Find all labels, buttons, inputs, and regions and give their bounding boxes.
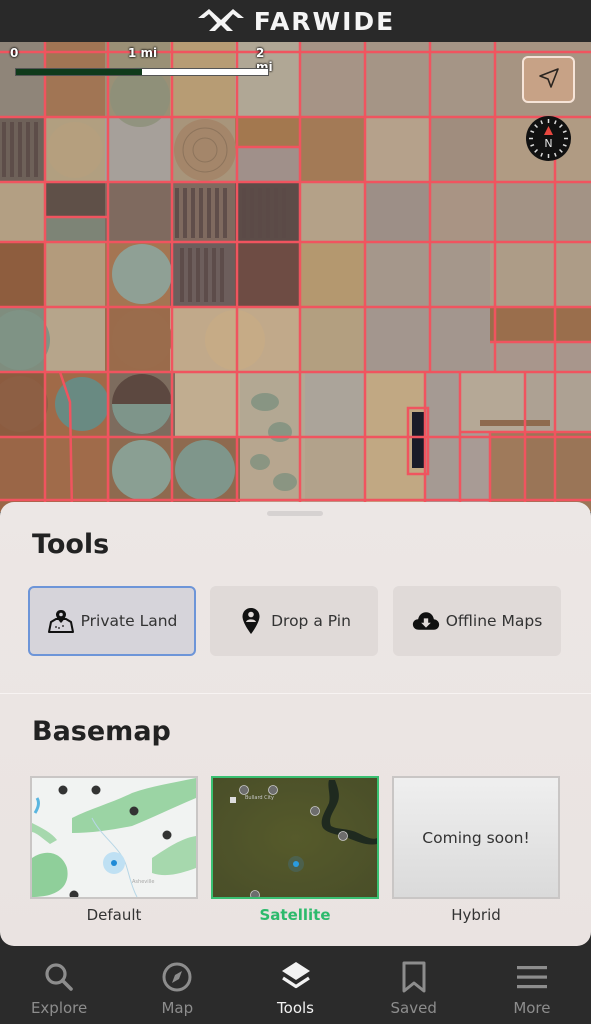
cloud-download-icon: [412, 607, 440, 635]
default-label: Default: [86, 906, 142, 924]
coming-soon-text: Coming soon!: [422, 828, 530, 847]
scale-label-1mi: 1 mi: [128, 46, 158, 60]
scale-label-0: 0: [10, 46, 19, 60]
drop-a-pin-label: Drop a Pin: [271, 612, 351, 630]
layers-icon: [279, 960, 313, 994]
farwide-logo-icon: [196, 6, 246, 36]
nav-tools-label: Tools: [277, 999, 314, 1017]
map-pin-icon: [237, 607, 265, 635]
hybrid-map-thumbnail: Coming soon!: [392, 776, 560, 899]
map-imagery: [0, 42, 591, 512]
drop-a-pin-button[interactable]: Drop a Pin: [210, 586, 378, 656]
section-divider: [0, 693, 591, 694]
nav-more-label: More: [513, 999, 551, 1017]
bookmark-icon: [400, 960, 428, 994]
nav-saved[interactable]: Saved: [355, 946, 473, 1024]
offline-maps-button[interactable]: Offline Maps: [393, 586, 561, 656]
sheet-drag-handle[interactable]: [267, 511, 323, 516]
satellite-map-thumbnail: Bullard City: [211, 776, 379, 899]
menu-icon: [515, 960, 549, 994]
map-scale-bar: 0 1 mi 2 mi: [10, 46, 273, 76]
nav-tools[interactable]: Tools: [236, 946, 354, 1024]
scale-bar-fill: [16, 69, 142, 75]
scale-bar: [15, 68, 269, 76]
satellite-label: Satellite: [259, 906, 331, 924]
basemap-option-default[interactable]: Asheville Default: [30, 776, 198, 924]
bottom-navigation: Explore Map Tools Saved More: [0, 946, 591, 1024]
basemap-option-hybrid[interactable]: Coming soon! Hybrid: [392, 776, 560, 924]
compass-icon: [161, 960, 193, 994]
tools-bottom-sheet: Tools Private Land Drop a Pin Offline Ma…: [0, 502, 591, 946]
nav-explore-label: Explore: [30, 999, 88, 1017]
locate-me-button[interactable]: [522, 56, 575, 103]
nav-map-label: Map: [161, 999, 194, 1017]
nav-saved-label: Saved: [390, 999, 437, 1017]
compass-north-label: N: [544, 137, 552, 150]
nav-map[interactable]: Map: [118, 946, 236, 1024]
basemap-heading: Basemap: [32, 716, 171, 747]
search-icon: [43, 960, 75, 994]
app-screen: FARWIDE 0 1 mi 2 mi N Tools Private Land…: [0, 0, 591, 1024]
hybrid-label: Hybrid: [451, 906, 501, 924]
compass-icon: N: [529, 119, 568, 158]
basemap-option-satellite[interactable]: Bullard City Satellite: [211, 776, 379, 924]
private-land-button[interactable]: Private Land: [28, 586, 196, 656]
satellite-thumb-place-label: Bullard City: [245, 795, 274, 801]
nav-explore[interactable]: Explore: [0, 946, 118, 1024]
navigation-arrow-icon: [537, 66, 561, 94]
satellite-map[interactable]: 0 1 mi 2 mi N: [0, 42, 591, 512]
nav-more[interactable]: More: [473, 946, 591, 1024]
default-thumb-place-label: Asheville: [132, 879, 154, 885]
compass-button[interactable]: N: [526, 116, 571, 161]
default-map-thumbnail: Asheville: [30, 776, 198, 899]
brand-name: FARWIDE: [253, 6, 396, 36]
brand: FARWIDE: [196, 6, 396, 36]
top-bar: FARWIDE: [0, 0, 591, 42]
private-land-label: Private Land: [80, 612, 178, 630]
private-land-map-pin-icon: [47, 607, 75, 635]
offline-maps-label: Offline Maps: [445, 612, 543, 630]
tools-heading: Tools: [32, 529, 110, 560]
